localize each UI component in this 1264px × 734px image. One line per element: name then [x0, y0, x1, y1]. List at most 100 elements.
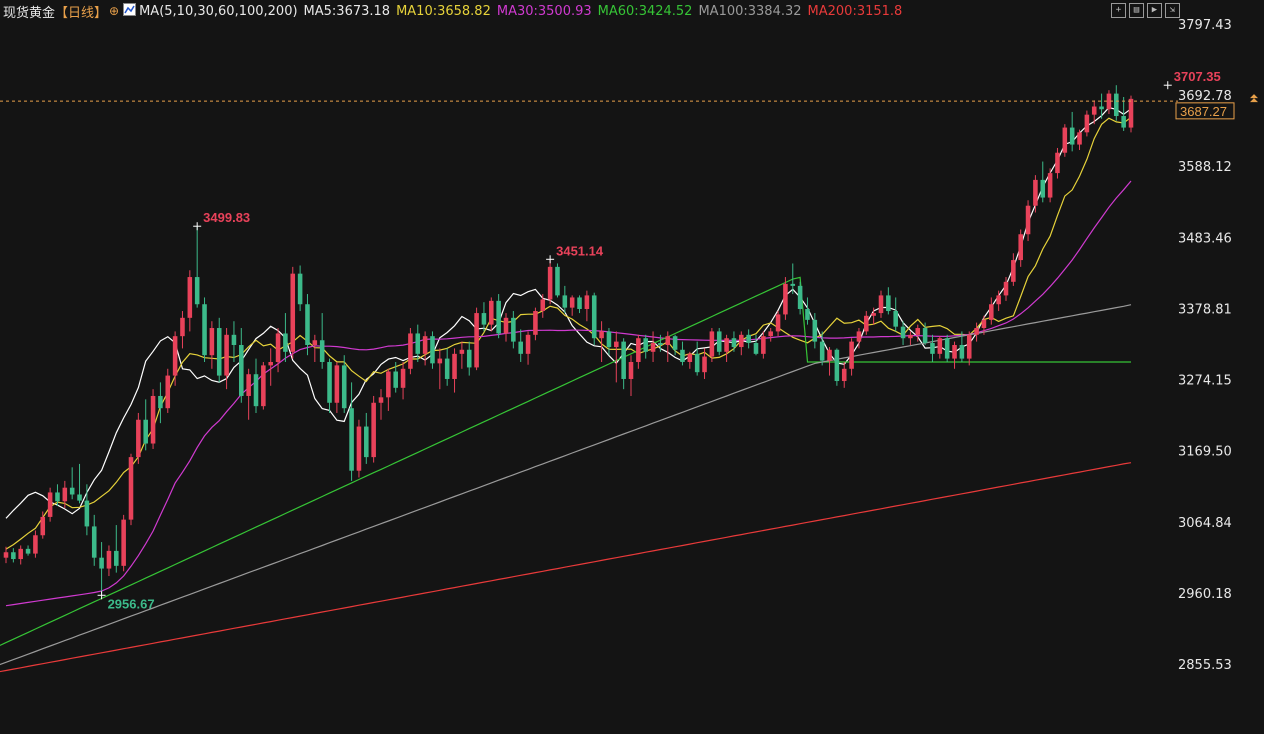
candle[interactable] [290, 266, 296, 359]
candle[interactable] [77, 463, 82, 504]
candle[interactable] [1114, 85, 1119, 121]
candle[interactable] [1062, 124, 1068, 157]
candle[interactable] [91, 514, 97, 566]
candle[interactable] [253, 358, 259, 413]
candle[interactable] [1047, 168, 1053, 203]
crosshair-icon[interactable]: + [1111, 3, 1126, 18]
candle[interactable] [165, 368, 171, 413]
candle[interactable] [452, 348, 457, 393]
candle[interactable] [1040, 161, 1046, 203]
candle[interactable] [746, 329, 751, 349]
candle[interactable] [349, 382, 354, 481]
candle[interactable] [99, 542, 104, 596]
candle[interactable] [187, 270, 193, 332]
candle[interactable] [805, 297, 810, 325]
candle[interactable] [239, 328, 244, 403]
candle[interactable] [47, 487, 53, 522]
candle[interactable] [356, 419, 362, 478]
candle[interactable] [143, 399, 148, 451]
candle[interactable] [437, 348, 443, 390]
candle[interactable] [761, 331, 766, 359]
playback-icon[interactable]: ▶ [1147, 3, 1162, 18]
candle[interactable] [246, 368, 251, 420]
candle[interactable] [1084, 110, 1090, 137]
candle[interactable] [25, 545, 31, 556]
candle[interactable] [753, 334, 759, 356]
period-label[interactable]: 【日线】 [55, 2, 107, 21]
candle[interactable] [944, 334, 950, 362]
candle[interactable] [121, 514, 126, 572]
candle[interactable] [908, 331, 913, 346]
candle[interactable] [591, 292, 597, 346]
candle[interactable] [334, 361, 340, 413]
candle[interactable] [511, 311, 516, 349]
candle[interactable] [1011, 253, 1016, 286]
candle[interactable] [533, 307, 538, 341]
candle[interactable] [261, 361, 266, 410]
candle[interactable] [18, 545, 23, 565]
candle[interactable] [202, 297, 207, 362]
candle[interactable] [930, 334, 935, 362]
candle[interactable] [687, 351, 693, 369]
candle[interactable] [33, 530, 38, 558]
candle[interactable] [569, 295, 575, 316]
candle[interactable] [775, 311, 781, 337]
candle[interactable] [989, 297, 994, 325]
candle[interactable] [319, 313, 325, 369]
candle[interactable] [209, 321, 215, 369]
candle[interactable] [724, 334, 729, 362]
candle[interactable] [194, 226, 200, 308]
scroll-up-icon[interactable] [1250, 94, 1258, 103]
candle[interactable] [422, 331, 428, 366]
candle[interactable] [106, 545, 112, 577]
candle[interactable] [474, 307, 479, 371]
candle[interactable] [158, 382, 163, 424]
candle[interactable] [84, 484, 90, 536]
candle[interactable] [1018, 229, 1023, 267]
candle[interactable] [297, 265, 303, 312]
candle[interactable] [128, 453, 134, 526]
candle[interactable] [180, 311, 185, 349]
candle[interactable] [547, 259, 553, 305]
candle[interactable] [849, 338, 854, 376]
candle[interactable] [937, 336, 943, 359]
candle[interactable] [621, 338, 626, 390]
candle[interactable] [716, 328, 722, 356]
candlestick-chart[interactable]: 3499.833451.142956.673707.353687.27 3797… [0, 0, 1264, 734]
candle[interactable] [1106, 90, 1112, 114]
candle[interactable] [364, 412, 369, 464]
candle[interactable] [305, 294, 310, 356]
candle[interactable] [150, 389, 156, 449]
candle[interactable] [466, 341, 472, 376]
candle[interactable] [459, 341, 465, 369]
candle[interactable] [525, 331, 531, 365]
candle[interactable] [731, 331, 737, 352]
candle[interactable] [371, 395, 376, 463]
candle[interactable] [216, 317, 222, 383]
candle[interactable] [408, 328, 413, 375]
candle[interactable] [1033, 175, 1038, 213]
candle[interactable] [797, 281, 803, 315]
candle[interactable] [1055, 147, 1060, 179]
candle[interactable] [400, 361, 406, 400]
candle[interactable] [518, 329, 523, 362]
candle[interactable] [3, 546, 9, 564]
candle[interactable] [562, 285, 568, 314]
candle[interactable] [312, 334, 318, 362]
candle[interactable] [1069, 111, 1075, 152]
candle[interactable] [864, 311, 869, 335]
candle[interactable] [834, 348, 840, 386]
candle[interactable] [386, 368, 391, 411]
candle[interactable] [768, 328, 773, 342]
candle[interactable] [555, 263, 560, 298]
candle[interactable] [694, 341, 700, 376]
candle[interactable] [577, 295, 582, 314]
candle[interactable] [444, 348, 450, 386]
candle[interactable] [952, 341, 957, 369]
candle[interactable] [496, 294, 501, 339]
candle[interactable] [1077, 129, 1082, 150]
candle[interactable] [628, 355, 634, 396]
candle[interactable] [841, 361, 847, 388]
candle[interactable] [69, 467, 75, 500]
candle[interactable] [650, 331, 656, 362]
